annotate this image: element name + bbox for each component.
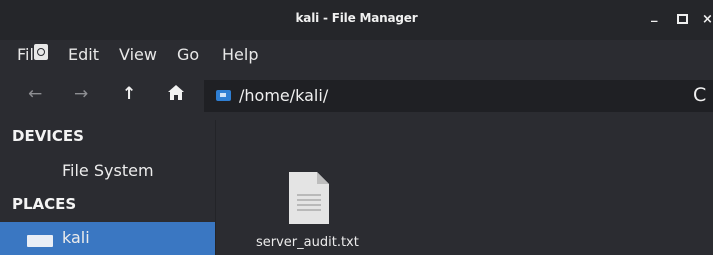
drive-icon	[34, 44, 48, 60]
sidebar-item-label: kali	[62, 228, 90, 247]
forward-button[interactable]: →	[74, 84, 88, 104]
folder-icon	[27, 235, 53, 247]
sidebar-item-label: File System	[62, 161, 154, 180]
title-bar: kali - File Manager _ ×	[0, 0, 713, 40]
menu-view[interactable]: View	[119, 45, 157, 64]
menu-bar: File Edit View Go Help	[0, 40, 713, 72]
home-icon	[168, 85, 184, 100]
menu-go[interactable]: Go	[177, 45, 199, 64]
maximize-button[interactable]	[677, 12, 688, 28]
menu-help[interactable]: Help	[222, 45, 258, 64]
back-button[interactable]: ←	[28, 84, 42, 104]
up-button[interactable]: ↑	[122, 84, 136, 104]
menu-edit[interactable]: Edit	[68, 45, 99, 64]
minimize-button[interactable]: _	[651, 8, 658, 23]
close-button[interactable]: ×	[702, 12, 713, 27]
places-header: PLACES	[12, 195, 77, 213]
reload-button[interactable]: C	[693, 84, 706, 106]
location-path[interactable]: /home/kali/	[239, 86, 328, 105]
maximize-icon	[677, 14, 688, 24]
window-title: kali - File Manager	[295, 11, 418, 25]
home-folder-icon	[216, 90, 231, 101]
home-button[interactable]	[168, 85, 184, 100]
text-file-icon[interactable]	[287, 170, 331, 226]
file-name[interactable]: server_audit.txt	[256, 235, 359, 250]
location-bar[interactable]: /home/kali/ C	[204, 80, 713, 112]
devices-header: DEVICES	[12, 127, 84, 145]
